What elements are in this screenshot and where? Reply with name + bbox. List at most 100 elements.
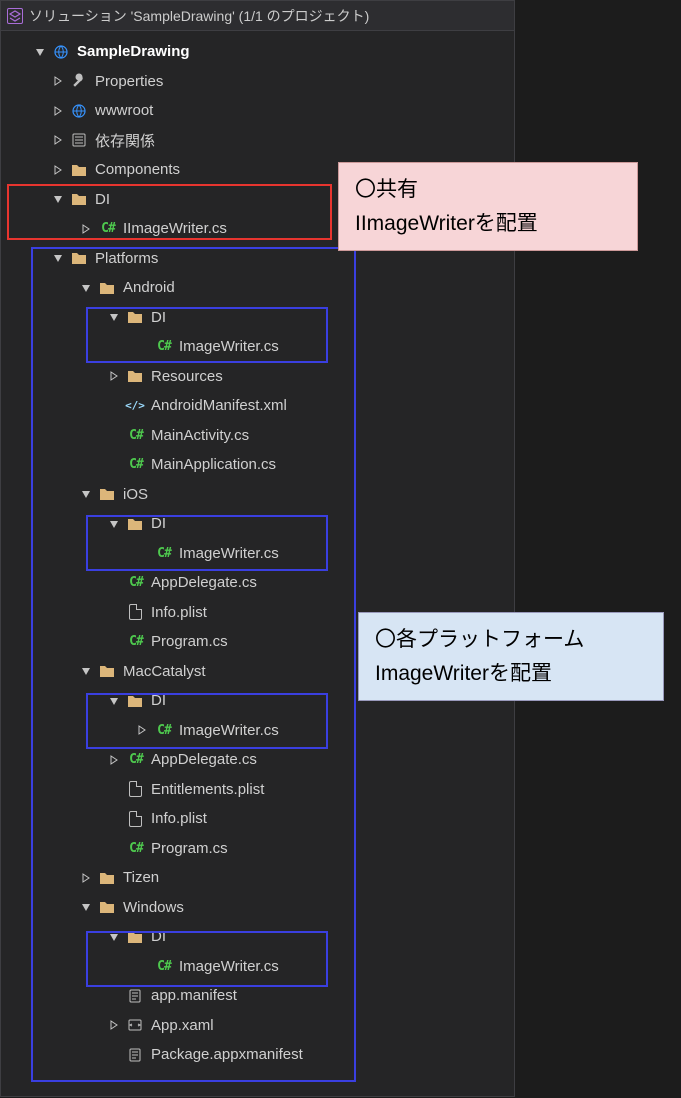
tree-item[interactable]: 依存関係	[1, 126, 514, 156]
solution-title: ソリューション 'SampleDrawing' (1/1 のプロジェクト)	[29, 6, 369, 26]
item-label: Program.cs	[151, 840, 228, 857]
tree-item-imagewriter[interactable]: C# ImageWriter.cs	[1, 332, 514, 362]
solution-header[interactable]: ソリューション 'SampleDrawing' (1/1 のプロジェクト)	[1, 1, 514, 31]
wrench-icon	[70, 72, 88, 90]
tree-item[interactable]: Entitlements.plist	[1, 775, 514, 805]
expand-icon[interactable]	[79, 900, 93, 914]
tree-item[interactable]: wwwroot	[1, 96, 514, 126]
globe-icon	[70, 102, 88, 120]
item-label: Windows	[123, 899, 184, 916]
item-label: Tizen	[123, 869, 159, 886]
csharp-icon: C#	[98, 220, 116, 238]
xml-icon: </>	[126, 397, 144, 415]
tree-item-imagewriter[interactable]: C# ImageWriter.cs	[1, 539, 514, 569]
expand-icon[interactable]	[33, 45, 47, 59]
item-label: DI	[151, 515, 166, 532]
item-label: MainApplication.cs	[151, 456, 276, 473]
item-label: ImageWriter.cs	[179, 958, 279, 975]
item-label: MainActivity.cs	[151, 427, 249, 444]
item-label: ImageWriter.cs	[179, 722, 279, 739]
item-label: DI	[151, 692, 166, 709]
annotation-text: ImageWriterを配置	[375, 662, 552, 685]
item-label: Platforms	[95, 250, 158, 267]
file-icon	[126, 780, 144, 798]
project-node[interactable]: SampleDrawing	[1, 37, 514, 67]
folder-icon	[126, 928, 144, 946]
tree-item[interactable]: app.manifest	[1, 981, 514, 1011]
tree-item-imagewriter[interactable]: C# ImageWriter.cs	[1, 716, 514, 746]
item-label: Info.plist	[151, 604, 207, 621]
tree-item[interactable]: Tizen	[1, 863, 514, 893]
collapse-icon[interactable]	[51, 163, 65, 177]
tree-item[interactable]: C# MainActivity.cs	[1, 421, 514, 451]
annotation-shared: 〇共有 IImageWriterを配置	[338, 162, 638, 251]
tree-item[interactable]: Resources	[1, 362, 514, 392]
expand-icon[interactable]	[79, 281, 93, 295]
expand-icon[interactable]	[79, 664, 93, 678]
item-label: ImageWriter.cs	[179, 338, 279, 355]
csharp-icon: C#	[154, 957, 172, 975]
project-name: SampleDrawing	[77, 43, 190, 60]
annotation-text: IImageWriterを配置	[355, 212, 538, 235]
expand-icon[interactable]	[107, 310, 121, 324]
tree-item[interactable]: DI	[1, 303, 514, 333]
folder-icon	[98, 898, 116, 916]
tree-item[interactable]: C# AppDelegate.cs	[1, 745, 514, 775]
item-label: AndroidManifest.xml	[151, 397, 287, 414]
csharp-icon: C#	[126, 839, 144, 857]
csharp-icon: C#	[126, 751, 144, 769]
annotation-text: 〇共有	[355, 178, 418, 201]
dependencies-icon	[70, 131, 88, 149]
collapse-icon[interactable]	[107, 1018, 121, 1032]
collapse-icon[interactable]	[51, 74, 65, 88]
item-label: Package.appxmanifest	[151, 1046, 303, 1063]
tree-item[interactable]: </> AndroidManifest.xml	[1, 391, 514, 421]
expand-icon[interactable]	[51, 251, 65, 265]
csharp-icon: C#	[126, 633, 144, 651]
tree-item[interactable]: Info.plist	[1, 804, 514, 834]
annotation-platform: 〇各プラットフォーム ImageWriterを配置	[358, 612, 664, 701]
collapse-icon[interactable]	[107, 369, 121, 383]
file-icon	[126, 810, 144, 828]
tree-item[interactable]: iOS	[1, 480, 514, 510]
collapse-icon[interactable]	[79, 222, 93, 236]
tree-item[interactable]: App.xaml	[1, 1011, 514, 1041]
expand-icon[interactable]	[107, 694, 121, 708]
item-label: AppDelegate.cs	[151, 574, 257, 591]
tree-item[interactable]: C# AppDelegate.cs	[1, 568, 514, 598]
tree-item[interactable]: C# MainApplication.cs	[1, 450, 514, 480]
folder-icon	[126, 367, 144, 385]
folder-icon	[70, 249, 88, 267]
item-label: IImageWriter.cs	[123, 220, 227, 237]
collapse-icon[interactable]	[51, 133, 65, 147]
tree-item[interactable]: C# Program.cs	[1, 834, 514, 864]
expand-icon[interactable]	[51, 192, 65, 206]
expand-icon[interactable]	[79, 487, 93, 501]
item-label: MacCatalyst	[123, 663, 206, 680]
item-label: iOS	[123, 486, 148, 503]
expand-icon[interactable]	[107, 517, 121, 531]
collapse-icon[interactable]	[107, 753, 121, 767]
tree-item[interactable]: Android	[1, 273, 514, 303]
item-label: wwwroot	[95, 102, 153, 119]
tree-item[interactable]: Package.appxmanifest	[1, 1040, 514, 1070]
tree-item[interactable]: DI	[1, 509, 514, 539]
tree-item[interactable]: Properties	[1, 67, 514, 97]
tree-item[interactable]: DI	[1, 922, 514, 952]
item-label: AppDelegate.cs	[151, 751, 257, 768]
item-label: Info.plist	[151, 810, 207, 827]
item-label: Program.cs	[151, 633, 228, 650]
collapse-icon[interactable]	[79, 871, 93, 885]
item-label: Android	[123, 279, 175, 296]
annotation-text: 〇各プラットフォーム	[375, 628, 584, 651]
csharp-icon: C#	[126, 456, 144, 474]
collapse-icon[interactable]	[135, 723, 149, 737]
collapse-icon[interactable]	[51, 104, 65, 118]
folder-icon	[98, 662, 116, 680]
item-label: DI	[151, 928, 166, 945]
tree-item-imagewriter[interactable]: C# ImageWriter.cs	[1, 952, 514, 982]
tree-item[interactable]: Windows	[1, 893, 514, 923]
folder-icon	[70, 190, 88, 208]
expand-icon[interactable]	[107, 930, 121, 944]
folder-icon	[70, 161, 88, 179]
